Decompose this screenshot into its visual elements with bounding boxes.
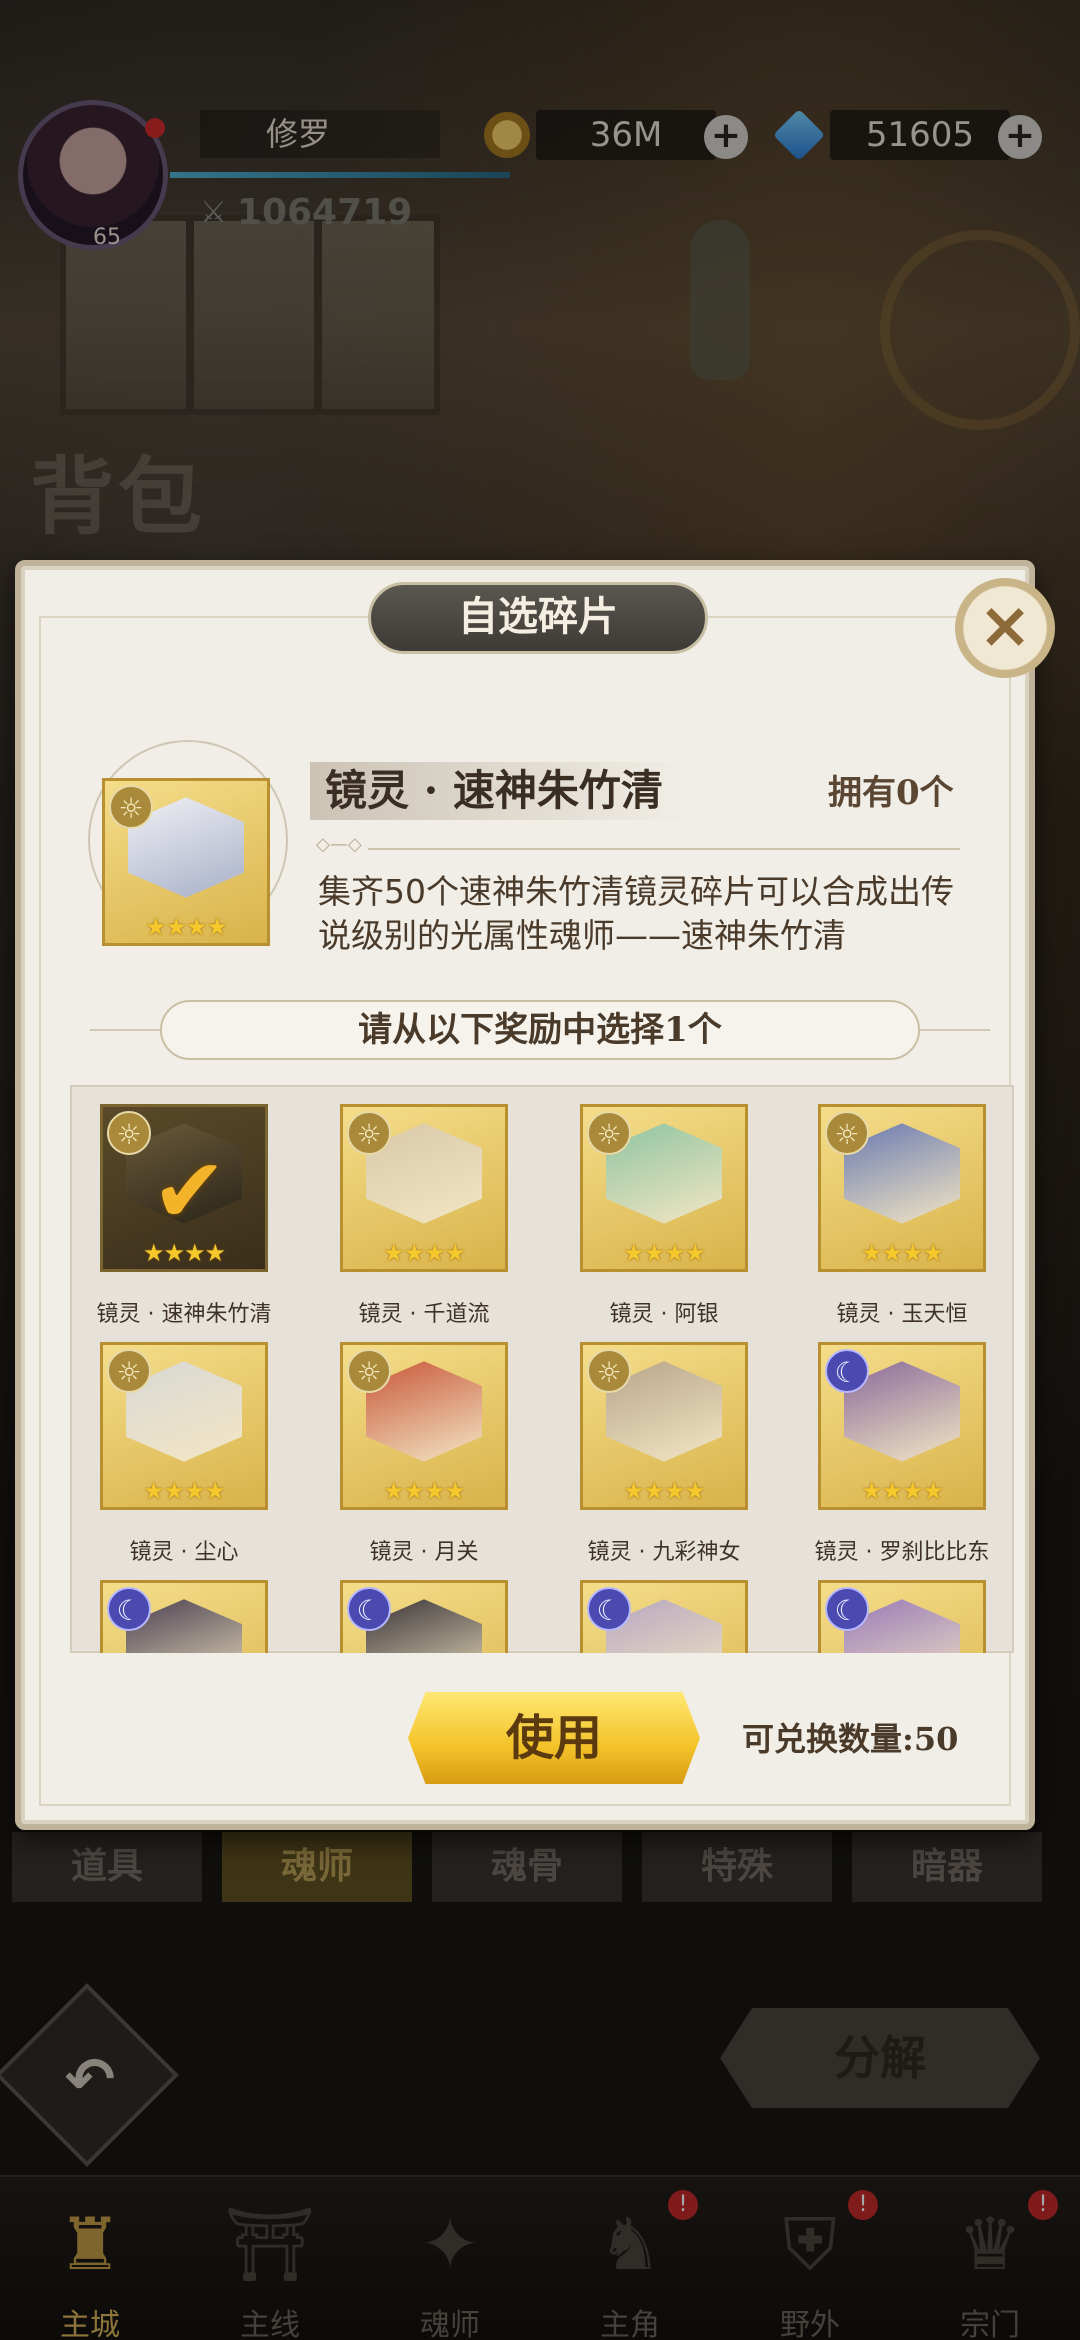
light-attribute-icon: ☼ [587, 1349, 631, 1393]
hero-portrait[interactable]: ☼ ★★★★ [102, 778, 270, 946]
dark-attribute-icon: ☾ [825, 1349, 869, 1393]
reward-card[interactable]: ☼ ★★★★ 镜灵 · 玉天恒 [790, 1104, 1010, 1334]
reward-card[interactable]: ☼ ★★★★ 镜灵 · 尘心 [72, 1342, 292, 1572]
hero-stars: ★★★★ [144, 913, 228, 941]
use-button[interactable]: 使用 [408, 1692, 700, 1784]
reward-stars: ★★★★ [382, 1477, 466, 1505]
hero-description: 集齐50个速神朱竹清镜灵碎片可以合成出传说级别的光属性魂师——速神朱竹清 [318, 872, 954, 955]
reward-portrait: ☾ [818, 1580, 986, 1653]
reward-label: 镜灵 · 九彩神女 [587, 1540, 741, 1565]
reward-card[interactable]: ☾ ★★★★ 镜灵 · 罗刹比比东 [790, 1342, 1010, 1572]
reward-card[interactable]: ☾ [312, 1580, 532, 1653]
reward-stars: ★★★★ [622, 1477, 706, 1505]
reward-portrait: ☼ ★★★★ [818, 1104, 986, 1272]
reward-card[interactable]: ☾ [72, 1580, 292, 1653]
reward-stars: ★★★★ [860, 1239, 944, 1267]
reward-card[interactable]: ☼ ★★★★ 镜灵 · 阿银 [552, 1104, 772, 1334]
reward-label: 镜灵 · 千道流 [358, 1302, 490, 1327]
reward-label: 镜灵 · 玉天恒 [836, 1302, 968, 1327]
hero-name: 镜灵 · 速神朱竹清 [325, 766, 663, 815]
dark-attribute-icon: ☾ [587, 1587, 631, 1631]
reward-label: 镜灵 · 尘心 [129, 1540, 239, 1565]
select-prompt: 请从以下奖励中选择1个 [160, 1000, 920, 1060]
reward-portrait: ☼ ★★★★ [580, 1342, 748, 1510]
close-icon: × [978, 589, 1032, 663]
reward-card[interactable]: ☼ ★★★★ 镜灵 · 千道流 [312, 1104, 532, 1334]
light-attribute-icon: ☼ [109, 785, 153, 829]
reward-card[interactable]: ☾ [552, 1580, 772, 1653]
reward-label: 镜灵 · 月关 [369, 1540, 479, 1565]
reward-label: 镜灵 · 罗刹比比东 [814, 1540, 990, 1565]
reward-label: 镜灵 · 速神朱竹清 [96, 1302, 272, 1327]
ornament-divider [316, 834, 960, 855]
reward-portrait: ☼ ★★★★ [340, 1104, 508, 1272]
light-attribute-icon: ☼ [107, 1349, 151, 1393]
reward-card[interactable]: ☼ ★★★★ 镜灵 · 月关 [312, 1342, 532, 1572]
reward-portrait: ☾ [580, 1580, 748, 1653]
dark-attribute-icon: ☾ [107, 1587, 151, 1631]
reward-portrait: ☾ [100, 1580, 268, 1653]
reward-card[interactable]: ☼ ★★★★ 镜灵 · 九彩神女 [552, 1342, 772, 1572]
reward-stars: ★★★★ [622, 1239, 706, 1267]
light-attribute-icon: ☼ [347, 1349, 391, 1393]
light-attribute-icon: ☼ [825, 1111, 869, 1155]
light-attribute-icon: ☼ [587, 1111, 631, 1155]
reward-card[interactable]: ☾ [790, 1580, 1010, 1653]
owned-count: 拥有0个 [828, 773, 954, 813]
reward-stars: ★★★★ [142, 1477, 226, 1505]
light-attribute-icon: ☼ [347, 1111, 391, 1155]
dark-attribute-icon: ☾ [825, 1587, 869, 1631]
exchange-count: 可兑换数量:50 [742, 1720, 959, 1758]
selected-check-icon: ✔ [151, 1139, 228, 1245]
reward-stars: ★★★★ [860, 1477, 944, 1505]
reward-portrait: ☼ ★★★★ ✔ [100, 1104, 268, 1272]
dialog-title: 自选碎片 [368, 582, 708, 654]
reward-card[interactable]: ☼ ★★★★ ✔ 镜灵 · 速神朱竹清 [72, 1104, 292, 1334]
reward-portrait: ☼ ★★★★ [580, 1104, 748, 1272]
reward-portrait: ☼ ★★★★ [100, 1342, 268, 1510]
reward-stars: ★★★★ [382, 1239, 466, 1267]
dark-attribute-icon: ☾ [347, 1587, 391, 1631]
light-attribute-icon: ☼ [107, 1111, 151, 1155]
reward-label: 镜灵 · 阿银 [609, 1302, 719, 1327]
reward-portrait: ☾ ★★★★ [818, 1342, 986, 1510]
reward-portrait: ☾ [340, 1580, 508, 1653]
reward-portrait: ☼ ★★★★ [340, 1342, 508, 1510]
close-button[interactable]: × [955, 578, 1055, 678]
